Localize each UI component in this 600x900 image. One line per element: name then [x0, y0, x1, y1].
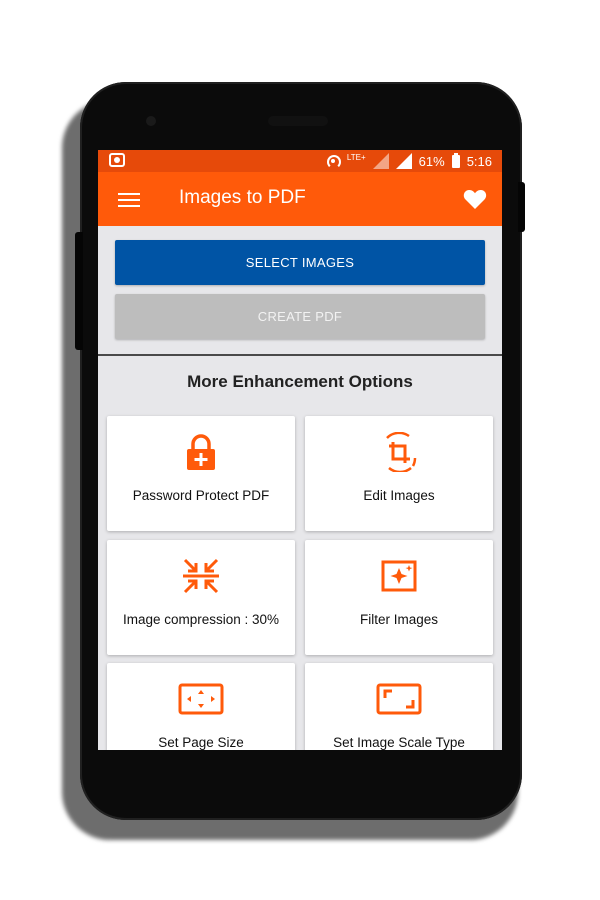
- option-filter-images[interactable]: Filter Images: [305, 540, 493, 655]
- network-type: LTE+: [346, 152, 366, 162]
- section-title: More Enhancement Options: [187, 372, 413, 391]
- option-label: Set Page Size: [158, 735, 244, 750]
- notification-icon: [109, 153, 125, 167]
- option-set-image-scale-type[interactable]: Set Image Scale Type: [305, 663, 493, 750]
- signal-icon-secondary: [372, 153, 389, 169]
- battery-percent: 61%: [418, 153, 445, 169]
- clock: 5:16: [466, 153, 492, 169]
- image-filter-icon: [381, 560, 417, 592]
- status-bar: LTE+ 61% 5:16: [98, 150, 502, 172]
- status-indicators: LTE+ 61% 5:16: [326, 152, 492, 169]
- phone-speaker: [268, 116, 328, 126]
- scale-type-icon: [376, 683, 422, 715]
- option-label: Set Image Scale Type: [333, 735, 465, 750]
- phone-side-button-left: [75, 232, 83, 350]
- hotspot-icon: [326, 154, 341, 169]
- compress-arrows-icon: [183, 558, 219, 594]
- divider: [98, 354, 502, 356]
- create-pdf-button[interactable]: CREATE PDF: [115, 294, 485, 339]
- select-images-button[interactable]: SELECT IMAGES: [115, 240, 485, 285]
- page-size-icon: [178, 683, 224, 715]
- battery-icon: [451, 152, 460, 168]
- lock-plus-icon: [187, 434, 215, 470]
- heart-icon[interactable]: [462, 188, 488, 210]
- option-image-compression[interactable]: Image compression : 30%: [107, 540, 295, 655]
- option-set-page-size[interactable]: Set Page Size: [107, 663, 295, 750]
- option-password-protect[interactable]: Password Protect PDF: [107, 416, 295, 531]
- phone-side-button-right: [518, 182, 525, 232]
- option-edit-images[interactable]: Edit Images: [305, 416, 493, 531]
- crop-rotate-icon: [386, 432, 417, 472]
- signal-icon: [395, 153, 412, 169]
- app-bar: Images to PDF: [98, 172, 502, 226]
- menu-icon[interactable]: [118, 191, 140, 207]
- app-title: Images to PDF: [179, 187, 306, 208]
- phone-camera: [146, 116, 156, 126]
- option-label: Filter Images: [359, 612, 439, 627]
- option-label: Password Protect PDF: [132, 488, 270, 503]
- option-label: Edit Images: [363, 488, 435, 503]
- option-label: Image compression : 30%: [122, 612, 280, 627]
- app-screen: LTE+ 61% 5:16 Images to PDF SELECT IMAGE…: [98, 150, 502, 750]
